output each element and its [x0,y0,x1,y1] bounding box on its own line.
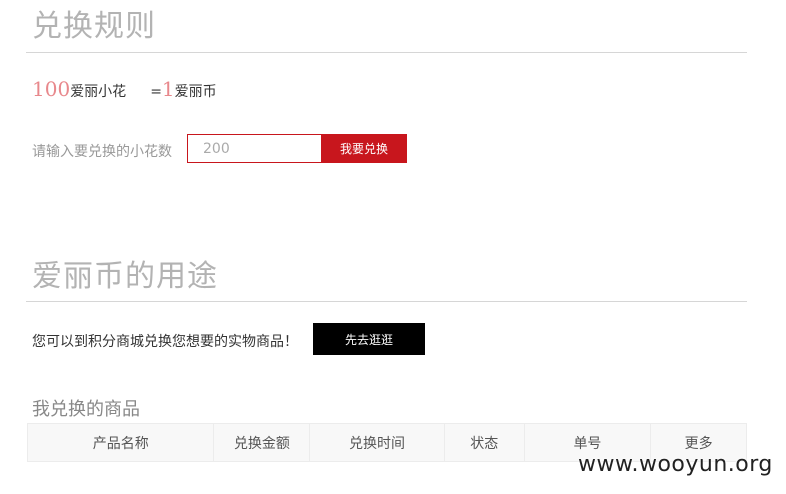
watermark: www.wooyun.org [578,452,773,477]
coin-usage-title: 爱丽币的用途 [32,259,218,294]
browse-mall-button[interactable]: 先去逛逛 [313,323,425,355]
flower-count-label: 请输入要兑换的小花数 [32,144,172,160]
exchange-button[interactable]: 我要兑换 [321,134,407,163]
column-exchange-amount: 兑换金额 [214,424,311,461]
rate-coin-unit: 爱丽币 [174,84,217,100]
rate-coin-amount: 1 [161,77,175,101]
coin-usage-divider [26,301,747,302]
exchange-rules-title: 兑换规则 [32,9,156,44]
flower-count-input[interactable] [187,134,321,163]
column-exchange-time: 兑换时间 [310,424,445,461]
column-status: 状态 [445,424,525,461]
coin-usage-text: 您可以到积分商城兑换您想要的实物商品！ [32,334,298,350]
rate-equals: = [150,84,162,100]
my-goods-title: 我兑换的商品 [32,399,140,420]
column-product-name: 产品名称 [28,424,215,461]
rate-flower-unit: 爱丽小花 [70,84,127,100]
exchange-rules-divider [26,52,747,53]
rate-flower-amount: 100 [32,77,71,101]
exchange-rate: 100爱丽小花 =1爱丽币 [32,77,217,101]
